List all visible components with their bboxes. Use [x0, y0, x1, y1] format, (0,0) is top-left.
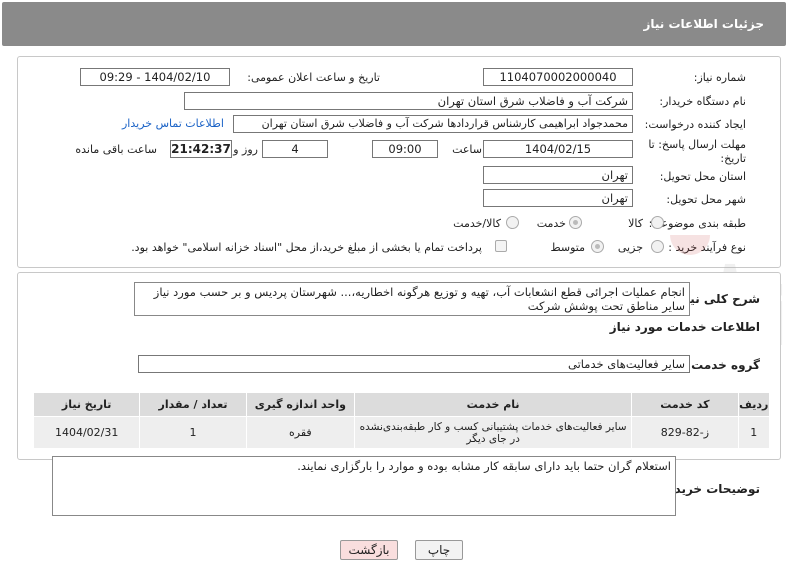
remaining-time-field[interactable]: 21:42:37	[170, 140, 232, 158]
cell-date: 1404/02/31	[32, 416, 141, 449]
col-qty-header: تعداد / مقدار	[139, 392, 247, 417]
col-code-header: کد خدمت	[631, 392, 739, 417]
deadline-time-label: ساعت	[452, 143, 482, 156]
service-group-field[interactable]: سایر فعالیت‌های خدماتی	[138, 355, 690, 373]
page-header: جزئیات اطلاعات نیاز	[2, 2, 786, 46]
category-radio-goods-service[interactable]	[506, 216, 519, 229]
province-label: استان محل تحویل:	[659, 170, 746, 183]
days-field[interactable]: 4	[262, 140, 328, 158]
city-label: شهر محل تحویل:	[666, 193, 746, 206]
cell-code: ز-82-829	[631, 416, 739, 449]
deadline-label-date: تاریخ:	[720, 152, 746, 165]
payment-checkbox[interactable]	[495, 240, 507, 252]
process-option-minor: جزیی	[617, 241, 643, 254]
cell-unit: فقره	[245, 416, 356, 449]
announce-label: تاریخ و ساعت اعلان عمومی:	[247, 71, 380, 84]
info-panel	[17, 56, 781, 268]
col-unit-header: واحد اندازه گیری	[245, 392, 356, 417]
category-option-service: خدمت	[536, 217, 566, 230]
process-option-medium: متوسط	[550, 241, 585, 254]
city-field[interactable]: تهران	[483, 189, 633, 207]
province-field[interactable]: تهران	[483, 166, 633, 184]
creator-field[interactable]: محمدجواد ابراهیمی کارشناس قراردادها شرکت…	[233, 115, 633, 133]
buyer-notes-textarea[interactable]: استعلام گران حتما باید دارای سابقه کار م…	[52, 456, 676, 516]
deadline-date-field[interactable]: 1404/02/15	[483, 140, 633, 158]
category-radio-goods[interactable]	[651, 216, 664, 229]
services-section-title: اطلاعات خدمات مورد نیاز	[609, 320, 760, 334]
buyer-contact-link[interactable]: اطلاعات تماس خریدار	[122, 117, 224, 130]
col-row-header: ردیف	[737, 392, 771, 417]
print-button[interactable]: چاپ	[415, 540, 463, 560]
page-title: جزئیات اطلاعات نیاز	[643, 17, 764, 31]
deadline-label: مهلت ارسال پاسخ: تا	[648, 138, 746, 151]
process-radio-medium[interactable]	[591, 240, 604, 253]
cell-row: 1	[737, 416, 771, 449]
back-button[interactable]: بازگشت	[340, 540, 398, 560]
deadline-time-field[interactable]: 09:00	[372, 140, 438, 158]
process-radio-minor[interactable]	[651, 240, 664, 253]
category-option-goods-service: کالا/خدمت	[453, 217, 501, 230]
summary-textarea[interactable]: انجام عملیات اجرائی قطع انشعابات آب، تهی…	[134, 282, 690, 316]
need-number-label: شماره نیاز:	[693, 71, 746, 84]
table-row: 1 ز-82-829 سایر فعالیت‌های خدمات پشتیبان…	[32, 416, 771, 449]
service-group-label: گروه خدمت:	[686, 358, 760, 372]
col-name-header: نام خدمت	[354, 392, 633, 417]
need-number-field[interactable]: 1104070002000040	[483, 68, 633, 86]
services-table: ردیف کد خدمت نام خدمت واحد اندازه گیری ت…	[32, 392, 771, 449]
cell-qty: 1	[139, 416, 247, 449]
creator-label: ایجاد کننده درخواست:	[644, 118, 746, 131]
days-label: روز و	[233, 143, 258, 156]
announce-field[interactable]: 1404/02/10 - 09:29	[80, 68, 230, 86]
remaining-label: ساعت باقی مانده	[75, 143, 157, 156]
payment-note: پرداخت تمام یا بخشی از مبلغ خرید،از محل …	[131, 241, 482, 254]
buyer-org-label: نام دستگاه خریدار:	[659, 95, 746, 108]
col-date-header: تاریخ نیاز	[32, 392, 141, 417]
category-option-goods: کالا	[628, 217, 643, 230]
cell-name: سایر فعالیت‌های خدمات پشتیبانی کسب و کار…	[354, 416, 633, 449]
process-label: نوع فرآیند خرید :	[668, 241, 746, 254]
buyer-org-field[interactable]: شرکت آب و فاضلاب شرق استان تهران	[184, 92, 633, 110]
table-header-row: ردیف کد خدمت نام خدمت واحد اندازه گیری ت…	[32, 392, 771, 417]
category-radio-service[interactable]	[569, 216, 582, 229]
